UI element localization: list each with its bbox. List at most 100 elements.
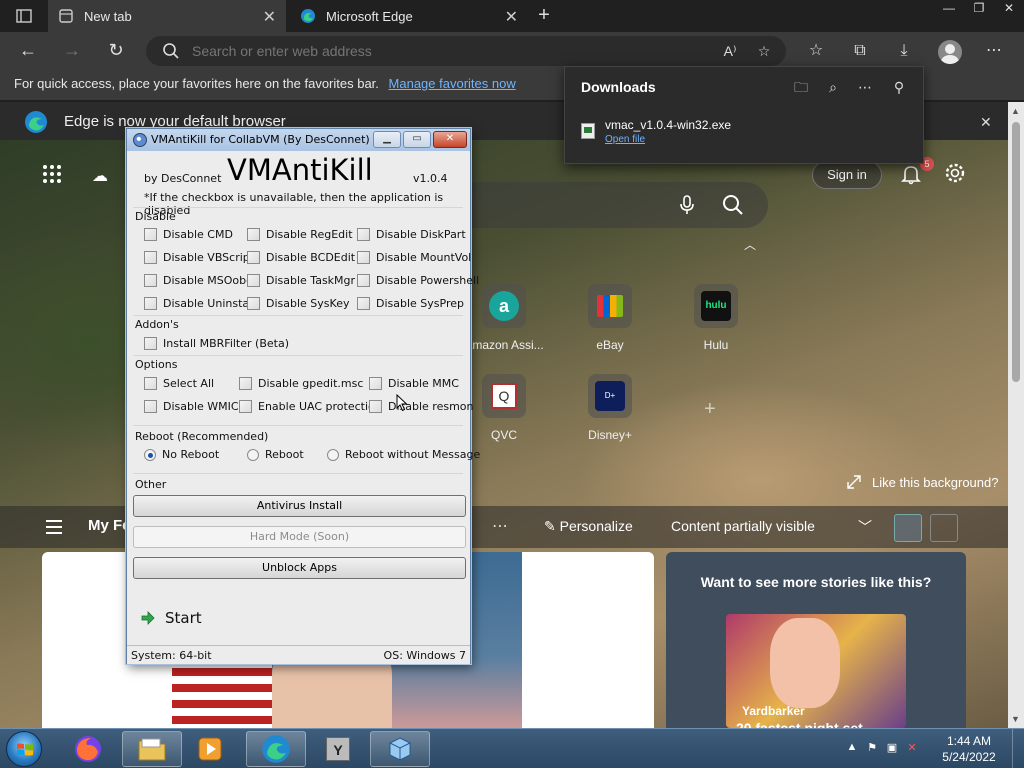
start-menu-button[interactable] <box>6 731 42 767</box>
radio-reboot[interactable]: Reboot <box>247 448 304 461</box>
restore-icon[interactable]: ❐ <box>964 0 994 18</box>
dialog-title-bar[interactable]: VMAntiKill for CollabVM (By DesConnet) ▁… <box>127 129 470 151</box>
taskbar-clock[interactable]: 1:44 AM 5/24/2022 <box>934 733 1004 765</box>
checkbox-disable-regedit[interactable]: Disable RegEdit <box>247 228 353 241</box>
favorites-icon[interactable]: ☆ <box>804 40 828 62</box>
quick-link-ebay[interactable]: eBay <box>570 284 650 374</box>
checkbox-disable-gpedit[interactable]: Disable gpedit.msc <box>239 377 363 390</box>
content-visibility-dropdown[interactable]: Content partially visible <box>671 518 815 534</box>
checkbox-disable-bcdedit[interactable]: Disable BCDEdit <box>247 251 355 264</box>
checkbox-disable-msoobe[interactable]: Disable MSOobe <box>144 274 253 287</box>
personalize-button[interactable]: ✎ Personalize <box>544 518 633 535</box>
checkbox-select-all[interactable]: Select All <box>144 377 214 390</box>
add-favorite-icon[interactable]: ☆ <box>754 41 774 61</box>
radio-button[interactable] <box>327 448 339 461</box>
checkbox-box[interactable] <box>239 377 252 390</box>
chevron-up-icon[interactable]: ︿ <box>744 236 756 253</box>
quick-link-amazon[interactable]: a Amazon Assi... <box>464 284 544 374</box>
notifications-bell-icon[interactable] <box>900 163 922 185</box>
app-launcher-icon[interactable] <box>42 164 62 184</box>
new-tab-button[interactable]: + <box>532 4 556 28</box>
add-quick-link-icon[interactable]: + <box>704 398 716 421</box>
close-tab-icon[interactable]: ✕ <box>263 7 276 27</box>
tab-new-tab[interactable]: New tab ✕ <box>48 0 286 32</box>
microphone-icon[interactable] <box>676 194 698 216</box>
hamburger-menu-icon[interactable] <box>44 518 64 536</box>
checkbox-box[interactable] <box>369 377 382 390</box>
taskbar-microsoft-edge[interactable] <box>246 731 306 767</box>
sign-in-button[interactable]: Sign in <box>812 161 882 189</box>
checkbox-box[interactable] <box>144 297 157 310</box>
address-bar[interactable]: A⁾ ☆ <box>146 36 786 66</box>
close-window-icon[interactable]: ✕ <box>994 0 1024 18</box>
checkbox-box[interactable] <box>247 297 260 310</box>
scroll-up-icon[interactable]: ▲ <box>1011 106 1020 116</box>
close-button[interactable]: ✕ <box>433 131 467 148</box>
radio-button[interactable] <box>247 448 259 461</box>
maximize-button[interactable]: ▭ <box>403 131 431 148</box>
tab-actions-button[interactable] <box>8 6 40 26</box>
checkbox-disable-uninstall[interactable]: Disable Uninstall <box>144 297 255 310</box>
checkbox-box[interactable] <box>144 377 157 390</box>
downloads-icon[interactable]: ⤓ <box>892 40 916 62</box>
show-desktop-button[interactable] <box>1012 729 1024 768</box>
more-menu-icon[interactable]: ⋯ <box>982 40 1006 62</box>
checkbox-disable-resmon[interactable]: Disable resmon <box>369 400 474 413</box>
quick-link-disney[interactable]: D+ Disney+ <box>570 374 650 464</box>
taskbar-firefox[interactable] <box>58 731 118 767</box>
refresh-button[interactable]: ↻ <box>104 40 128 62</box>
checkbox-disable-taskmgr[interactable]: Disable TaskMgr <box>247 274 355 287</box>
checkbox-disable-wmic[interactable]: Disable WMIC <box>144 400 239 413</box>
taskbar-y-app[interactable]: Y <box>308 731 368 767</box>
checkbox-box[interactable] <box>357 274 370 287</box>
grid-view-toggle[interactable] <box>894 514 922 542</box>
my-feed-tab[interactable]: My Fe <box>88 517 131 534</box>
profile-avatar[interactable] <box>938 40 962 64</box>
address-input[interactable] <box>192 41 712 61</box>
minimize-icon[interactable]: — <box>934 0 964 18</box>
like-background-link[interactable]: Like this background? <box>846 474 998 490</box>
search-downloads-icon[interactable]: ⌕ <box>823 77 843 97</box>
checkbox-box[interactable] <box>144 274 157 287</box>
volume-muted-icon[interactable]: ✕ <box>904 741 920 757</box>
scrollbar-thumb[interactable] <box>1012 122 1020 382</box>
open-file-link[interactable]: Open file <box>605 134 645 145</box>
checkbox-disable-powershell[interactable]: Disable Powershell <box>357 274 479 287</box>
stories-promo-card[interactable]: Want to see more stories like this? Yard… <box>666 552 966 728</box>
checkbox-box[interactable] <box>144 228 157 241</box>
action-center-flag-icon[interactable]: ⚑ <box>864 741 880 757</box>
scroll-down-icon[interactable]: ▼ <box>1011 714 1020 724</box>
hard-mode-button[interactable]: Hard Mode (Soon) <box>133 526 466 548</box>
checkbox-enable-uac[interactable]: Enable UAC protection <box>239 400 382 413</box>
checkbox-box[interactable] <box>247 274 260 287</box>
checkbox-disable-syskey[interactable]: Disable SysKey <box>247 297 349 310</box>
taskbar-vmantikill[interactable] <box>370 731 430 767</box>
manage-favorites-link[interactable]: Manage favorites now <box>389 76 516 91</box>
pin-icon[interactable]: ⚲ <box>889 77 909 97</box>
antivirus-install-button[interactable]: Antivirus Install <box>133 495 466 517</box>
radio-no-reboot[interactable]: No Reboot <box>144 448 219 461</box>
checkbox-install-mbrfilter[interactable]: Install MBRFilter (Beta) <box>144 337 289 350</box>
taskbar-file-explorer[interactable] <box>122 731 182 767</box>
checkbox-box[interactable] <box>144 337 157 350</box>
web-search-box[interactable] <box>440 182 768 228</box>
download-file-name[interactable]: vmac_v1.0.4-win32.exe <box>605 118 731 132</box>
checkbox-disable-mountvol[interactable]: Disable MountVol <box>357 251 471 264</box>
close-infobar-icon[interactable]: ✕ <box>980 114 992 131</box>
read-aloud-icon[interactable]: A⁾ <box>720 41 740 61</box>
quick-link-hulu[interactable]: hulu Hulu <box>676 284 756 374</box>
taskbar-media-player[interactable] <box>180 731 240 767</box>
checkbox-disable-mmc[interactable]: Disable MMC <box>369 377 459 390</box>
checkbox-disable-vbscript[interactable]: Disable VBScript <box>144 251 254 264</box>
checkbox-disable-cmd[interactable]: Disable CMD <box>144 228 233 241</box>
weather-cloud-icon[interactable]: ☁ <box>92 166 108 186</box>
more-options-icon[interactable]: ⋯ <box>492 516 508 536</box>
checkbox-box[interactable] <box>247 251 260 264</box>
radio-reboot-without-message[interactable]: Reboot without Message <box>327 448 480 461</box>
checkbox-box[interactable] <box>144 251 157 264</box>
checkbox-disable-diskpart[interactable]: Disable DiskPart <box>357 228 466 241</box>
collections-icon[interactable]: ⧉ <box>848 40 872 62</box>
minimize-button[interactable]: ▁ <box>373 131 401 148</box>
search-icon[interactable] <box>722 194 744 216</box>
list-view-toggle[interactable] <box>930 514 958 542</box>
